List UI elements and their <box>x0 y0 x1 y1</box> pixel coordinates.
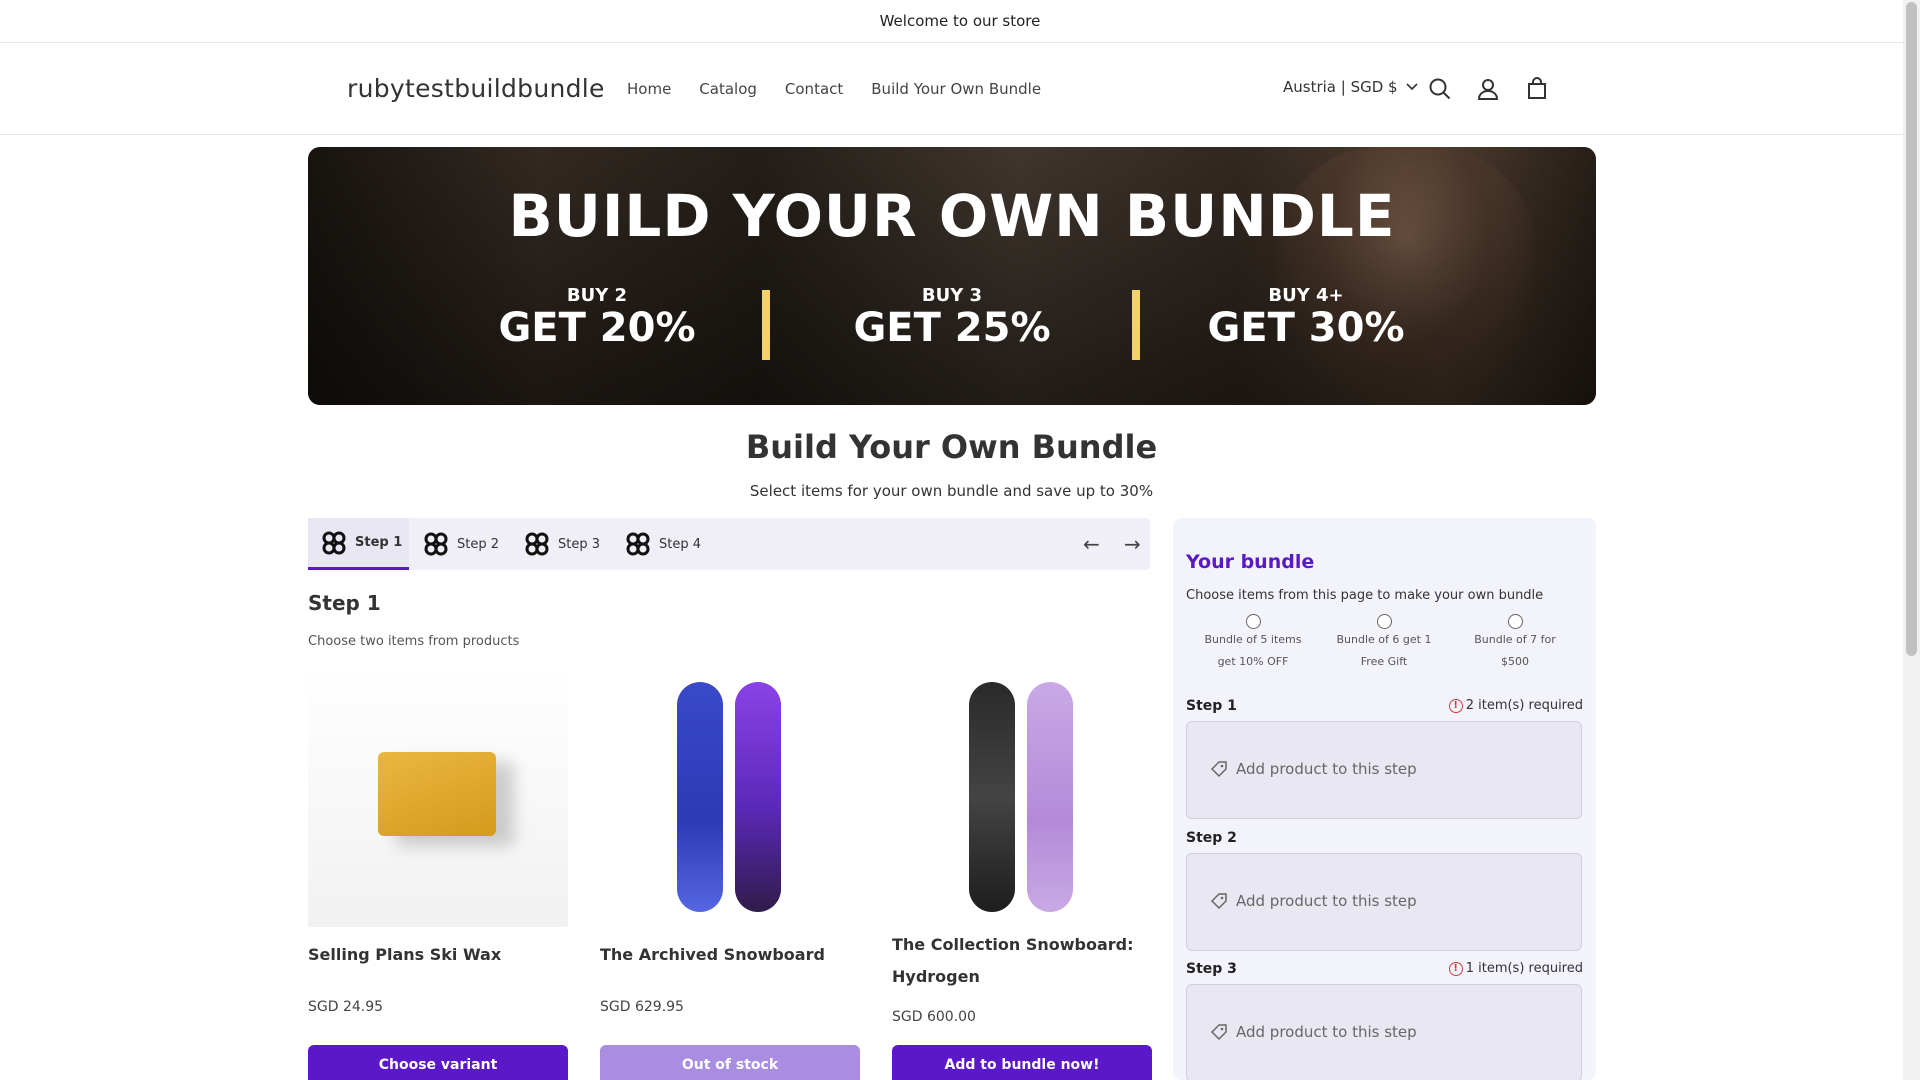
out-of-stock-button[interactable]: Out of stock <box>600 1045 860 1080</box>
announcement-text: Welcome to our store <box>879 12 1041 30</box>
account-icon[interactable] <box>1475 76 1501 102</box>
cart-icon[interactable] <box>1524 76 1550 102</box>
bundle-option[interactable]: Bundle of 6 get 1 Free Gift <box>1319 614 1449 673</box>
hero-divider <box>1132 290 1140 360</box>
store-logo[interactable]: rubytestbuildbundle <box>347 74 605 103</box>
step-heading: Step 1 <box>308 591 381 615</box>
product-card: Selling Plans Ski Wax SGD 24.95 Choose v… <box>308 667 568 1080</box>
slot-label: Step 3 <box>1186 961 1237 977</box>
tab-step-1[interactable]: Step 1 <box>308 518 409 570</box>
arrow-left-icon[interactable]: ← <box>1083 532 1100 556</box>
bundle-subtitle: Choose items from this page to make your… <box>1186 588 1544 603</box>
announcement-bar: Welcome to our store <box>0 0 1920 43</box>
add-to-bundle-button[interactable]: Add to bundle now! <box>892 1045 1152 1080</box>
arrow-right-icon[interactable]: → <box>1124 532 1141 556</box>
nav-home[interactable]: Home <box>627 80 671 98</box>
bundle-slot[interactable]: Add product to this step <box>1186 721 1582 819</box>
bundle-logo-icon <box>626 532 650 556</box>
bundle-slot[interactable]: Add product to this step <box>1186 984 1582 1080</box>
hero-title: BUILD YOUR OWN BUNDLE <box>508 182 1396 250</box>
tab-step-4[interactable]: Step 4 <box>625 518 701 570</box>
slot-label: Step 1 <box>1186 698 1237 714</box>
tab-step-2[interactable]: Step 2 <box>423 518 499 570</box>
slot-label: Step 2 <box>1186 830 1237 846</box>
steps-nav: Step 1 Step 2 Step 3 Step 4 ← → <box>308 518 1150 570</box>
main-nav: Home Catalog Contact Build Your Own Bund… <box>627 80 1069 98</box>
product-price: SGD 629.95 <box>600 999 684 1015</box>
bundle-option[interactable]: Bundle of 7 for $500 <box>1450 614 1580 673</box>
page-scrollbar[interactable] <box>1903 0 1920 1080</box>
product-name[interactable]: Selling Plans Ski Wax <box>308 939 568 971</box>
required-notice: ! 2 item(s) required <box>1448 698 1583 713</box>
product-name[interactable]: The Archived Snowboard <box>600 939 860 971</box>
chevron-down-icon <box>1406 83 1418 91</box>
bundle-title: Your bundle <box>1186 551 1315 573</box>
bundle-option[interactable]: Bundle of 5 items get 10% OFF <box>1188 614 1318 673</box>
bundle-logo-icon <box>525 532 549 556</box>
bundle-slot[interactable]: Add product to this step <box>1186 853 1582 951</box>
choose-variant-button[interactable]: Choose variant <box>308 1045 568 1080</box>
product-image[interactable] <box>600 667 860 927</box>
required-notice: ! 1 item(s) required <box>1448 961 1583 976</box>
bundle-panel: Your bundle Choose items from this page … <box>1173 518 1596 1080</box>
nav-catalog[interactable]: Catalog <box>699 80 757 98</box>
step-description: Choose two items from products <box>308 634 520 649</box>
radio-button[interactable] <box>1376 614 1392 629</box>
product-card: The Archived Snowboard SGD 629.95 Out of… <box>600 667 860 1080</box>
hero-banner: BUILD YOUR OWN BUNDLE BUY 2 GET 20% BUY … <box>308 147 1596 405</box>
tag-icon <box>1210 893 1227 910</box>
page-subtitle: Select items for your own bundle and sav… <box>749 482 1154 500</box>
deal-buy-2: BUY 2 GET 20% <box>498 285 696 351</box>
radio-button[interactable] <box>1245 614 1261 629</box>
product-image[interactable] <box>892 667 1152 927</box>
product-card: The Collection Snowboard: Hydrogen SGD 6… <box>892 667 1152 1080</box>
page-title: Build Your Own Bundle <box>745 428 1158 466</box>
alert-icon: ! <box>1448 698 1463 713</box>
nav-build-bundle[interactable]: Build Your Own Bundle <box>871 80 1041 98</box>
deal-buy-3: BUY 3 GET 25% <box>853 285 1051 351</box>
product-image[interactable] <box>308 667 568 927</box>
product-price: SGD 600.00 <box>892 1009 976 1025</box>
nav-contact[interactable]: Contact <box>785 80 843 98</box>
product-name[interactable]: The Collection Snowboard: Hydrogen <box>892 929 1152 993</box>
site-header: rubytestbuildbundle Home Catalog Contact… <box>0 43 1920 135</box>
search-icon[interactable] <box>1427 76 1453 102</box>
scrollbar-thumb[interactable] <box>1906 2 1917 656</box>
country-label: Austria | SGD $ <box>1283 78 1398 96</box>
tag-icon <box>1210 1024 1227 1041</box>
deal-buy-4: BUY 4+ GET 30% <box>1207 285 1405 351</box>
bundle-logo-icon <box>424 532 448 556</box>
tag-icon <box>1210 761 1227 778</box>
hero-divider <box>762 290 770 360</box>
country-selector[interactable]: Austria | SGD $ <box>1283 78 1418 96</box>
radio-button[interactable] <box>1507 614 1523 629</box>
product-price: SGD 24.95 <box>308 999 384 1015</box>
bundle-logo-icon <box>322 531 346 554</box>
alert-icon: ! <box>1448 961 1463 976</box>
tab-step-3[interactable]: Step 3 <box>524 518 600 570</box>
